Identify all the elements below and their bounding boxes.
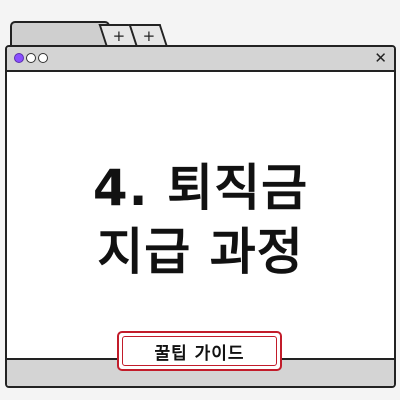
new-tab-button-2[interactable]: + xyxy=(128,24,168,47)
tips-badge: 꿀팁 가이드 xyxy=(117,331,282,371)
plus-icon: + xyxy=(142,27,155,45)
plus-icon: + xyxy=(112,27,125,45)
content-area: 4. 퇴직금 지급 과정 xyxy=(7,72,394,358)
browser-frame: + + ✕ 4. 퇴직금 지급 과정 꿀팁 가이드 xyxy=(0,0,400,400)
active-tab[interactable] xyxy=(10,21,110,47)
window-control-dot[interactable] xyxy=(38,53,48,63)
tips-badge-label: 꿀팁 가이드 xyxy=(122,336,277,366)
window-control-dot[interactable] xyxy=(26,53,36,63)
window-control-dot-purple[interactable] xyxy=(14,53,24,63)
title-bar: ✕ xyxy=(7,47,394,72)
page-title: 4. 퇴직금 지급 과정 xyxy=(7,156,394,284)
close-icon[interactable]: ✕ xyxy=(374,49,387,67)
headline-line-2: 지급 과정 xyxy=(97,223,304,281)
headline-line-1: 4. 퇴직금 xyxy=(92,159,309,217)
